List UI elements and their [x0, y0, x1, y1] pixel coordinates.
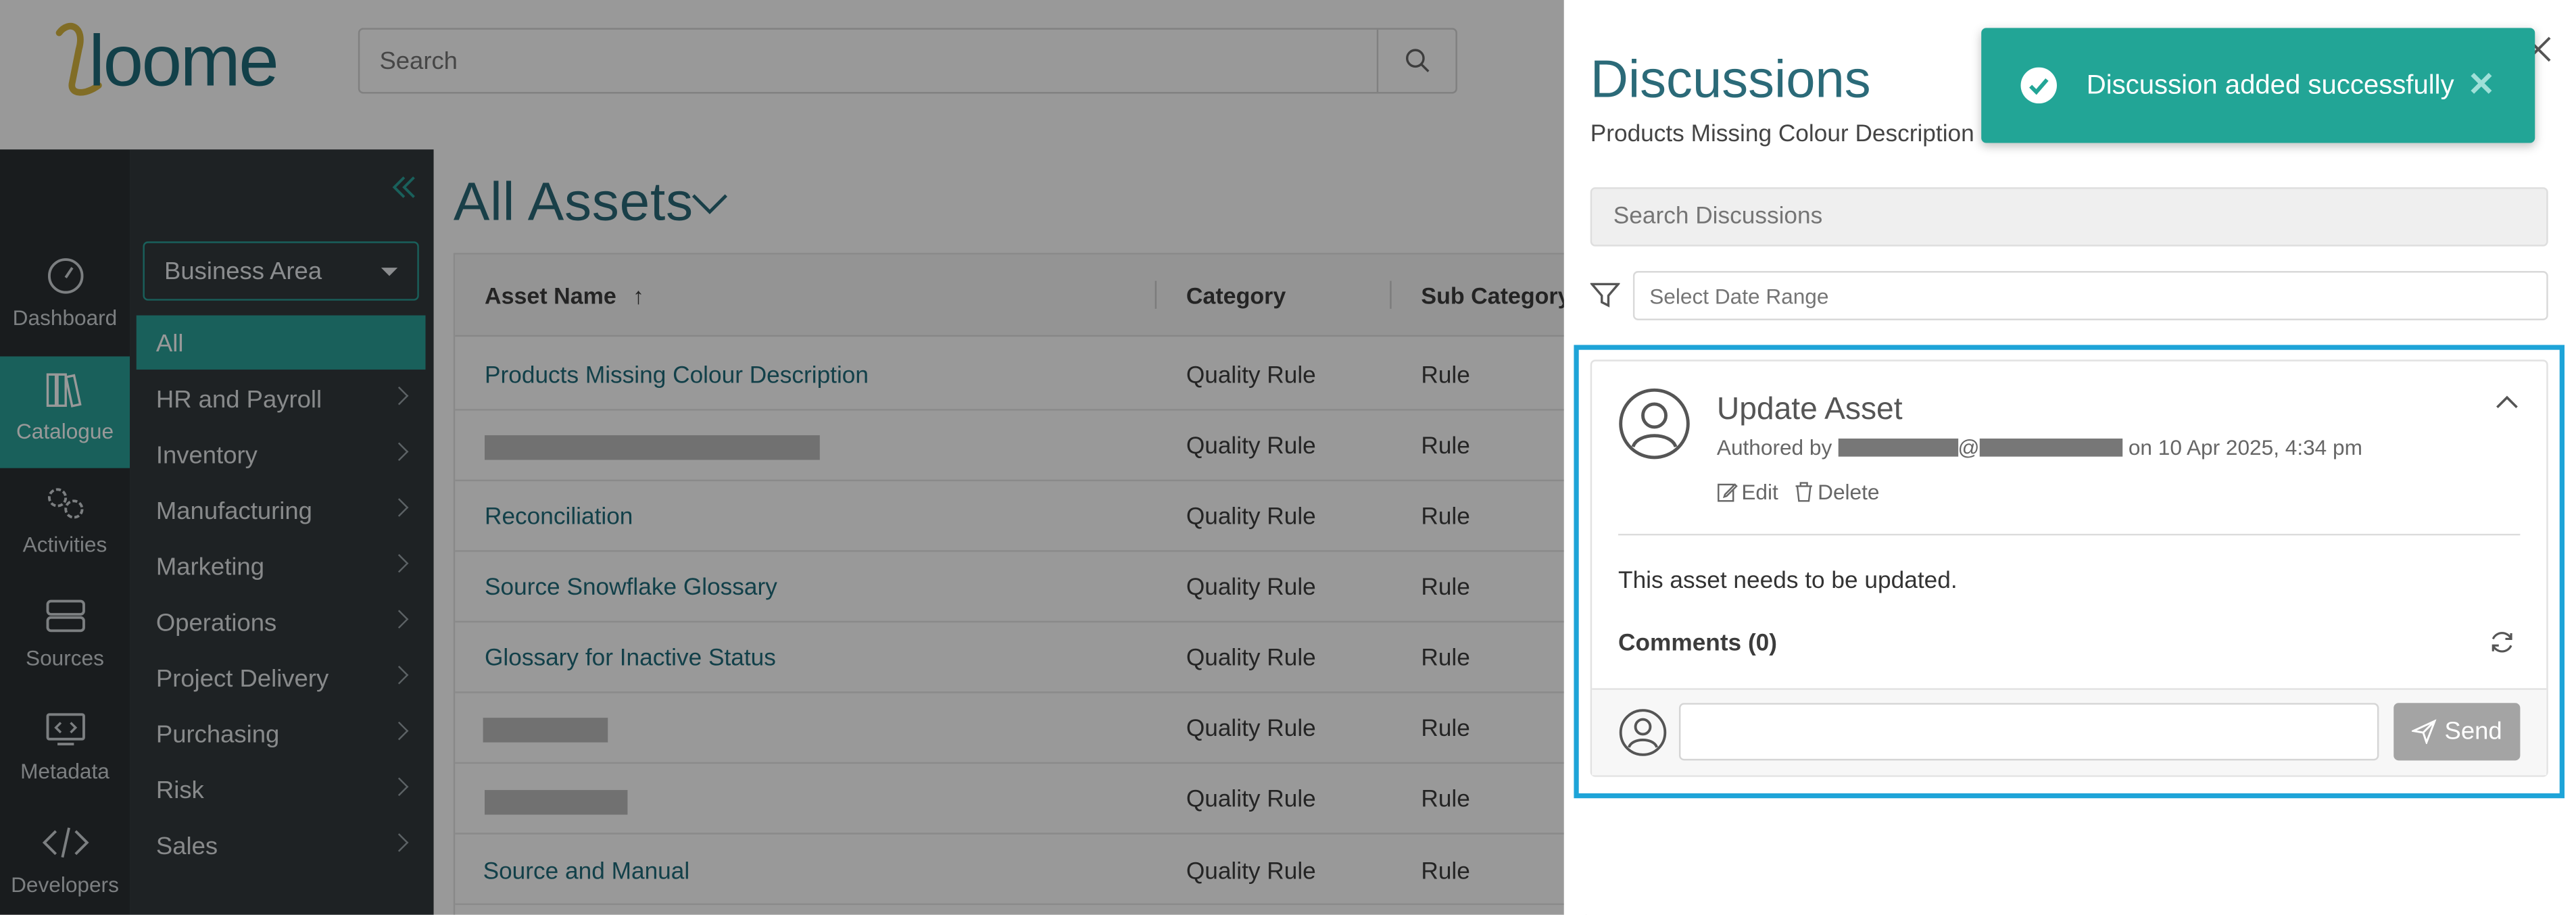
author-at-sign: @ [1958, 435, 1980, 460]
discussion-actions: Edit Delete [1717, 480, 1879, 504]
discussion-date: on 10 Apr 2025, 4:34 pm [2128, 435, 2362, 460]
redacted-author-name [1838, 438, 1958, 457]
edit-label: Edit [1741, 479, 1778, 505]
card-divider [1618, 533, 2521, 536]
discussion-search [1590, 187, 2548, 247]
date-range-input[interactable] [1634, 272, 2547, 319]
panel-subtitle: Products Missing Colour Description [1590, 121, 1974, 148]
send-label: Send [2444, 718, 2502, 746]
modal-backdrop[interactable] [0, 0, 1564, 915]
delete-button[interactable]: Delete [1795, 480, 1879, 504]
discussion-search-input[interactable] [1592, 189, 2547, 245]
user-avatar-icon [1619, 388, 1690, 460]
redacted-author-domain [1979, 438, 2123, 457]
refresh-icon[interactable] [2489, 629, 2515, 656]
app-root: loome Dashboard Catalogue Activities Sou… [0, 0, 2576, 915]
date-range-field [1632, 271, 2548, 320]
send-button[interactable]: Send [2393, 703, 2521, 761]
check-circle-icon [2020, 67, 2057, 104]
delete-label: Delete [1818, 479, 1880, 505]
trash-icon [1796, 482, 1813, 502]
discussion-body: This asset needs to be updated. [1618, 568, 1958, 595]
discussion-title: Update Asset [1716, 392, 1903, 427]
success-toast: Discussion added successfully ✕ [1981, 28, 2535, 143]
comment-input[interactable] [1680, 704, 2377, 759]
panel-title: Discussions [1590, 49, 1871, 109]
send-icon [2411, 719, 2437, 745]
authored-label: Authored by [1716, 435, 1832, 460]
comments-count: Comments (0) [1618, 630, 1778, 658]
user-avatar-icon [1619, 709, 1667, 756]
comment-field [1678, 703, 2379, 761]
toast-close-icon[interactable]: ✕ [2468, 64, 2496, 105]
edit-button[interactable]: Edit [1717, 480, 1778, 504]
discussion-meta: Authored by @ on 10 Apr 2025, 4:34 pm [1717, 435, 2362, 460]
edit-icon [1718, 483, 1738, 502]
filter-icon[interactable] [1590, 281, 1620, 311]
toast-message: Discussion added successfully [2086, 70, 2454, 101]
chevron-up-icon[interactable] [2496, 394, 2519, 410]
